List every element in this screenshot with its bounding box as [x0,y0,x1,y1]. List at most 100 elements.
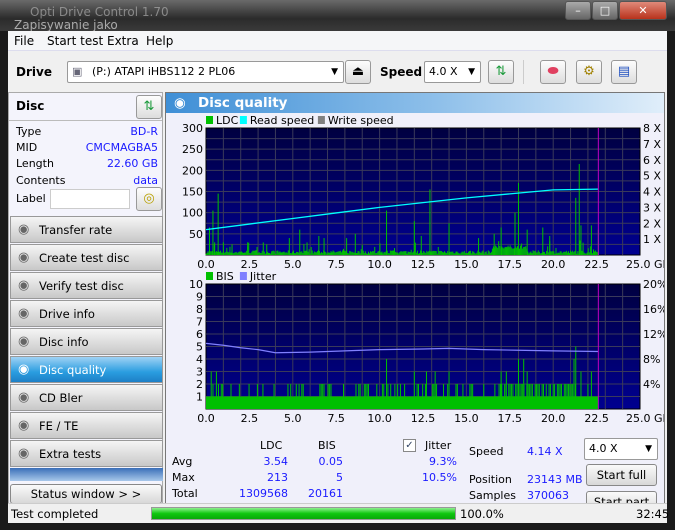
y-tick-label: 100 [182,207,203,220]
settings-button[interactable]: ⚙ [576,60,602,84]
test-speed-select[interactable]: 4.0 X ▼ [584,438,658,460]
refresh-button[interactable]: ⇅ [488,60,514,84]
type-value: BD-R [130,125,158,138]
disc-icon: ◉ [18,250,30,265]
x-tick-label: 17.5 [498,412,523,425]
x-tick-label: 22.5 [584,258,609,271]
y2-tick-label: 5 X [643,170,661,183]
nav-extra-tests[interactable]: ◉ Extra tests [10,440,163,467]
bis-total: 20161 [308,487,343,500]
menu-file[interactable]: File [14,34,34,48]
y2-tick-label: 16% [643,303,664,316]
contents-key: Contents [16,174,66,187]
nav-create-test-disc[interactable]: ◉ Create test disc [10,244,163,271]
nav-verify-test-disc[interactable]: ◉ Verify test disc [10,272,163,299]
x-tick-label: 17.5 [498,258,523,271]
bis-base [206,396,599,409]
jitter-avg: 9.3% [429,455,457,468]
length-key: Length [16,157,54,170]
progress-fill [152,508,455,519]
nav-cd-bler[interactable]: ◉ CD Bler [10,384,163,411]
eject-button[interactable]: ⏏ [345,60,371,84]
legend-label: Read speed [250,114,314,127]
nav-label: Disc info [39,335,89,349]
legend-label: BIS [216,270,234,283]
y2-tick-label: 3 X [643,201,661,214]
disc-refresh-button[interactable]: ⇅ [136,95,162,119]
nav-transfer-rate[interactable]: ◉ Transfer rate [10,216,163,243]
drive-select[interactable]: ▣ (P:) ATAPI iHBS112 2 PL06 ▼ [67,61,344,83]
x-tick-label: 0.0 [197,258,215,271]
jitter-header: Jitter [425,439,452,452]
close-button[interactable]: ✕ [619,1,667,20]
legend-swatch [206,116,213,124]
title-bar: Opti Drive Control 1.70 Zapisywanie jako… [0,0,675,32]
divider [9,120,162,121]
status-window-button[interactable]: Status window > > [10,484,162,504]
nav-disc-info[interactable]: ◉ Disc info [10,328,163,355]
disc-icon: ◉ [18,334,30,349]
menu-bar: File Start test Extra Help [8,31,667,51]
y-tick-label: 5 [196,341,203,354]
samples-value: 370063 [527,489,569,502]
erase-button[interactable]: ⬬ [540,60,566,84]
x-tick-label: 22.5 [584,412,609,425]
jitter-checkbox[interactable]: ✓ [403,439,416,452]
x-tick-label: 2.5 [241,412,259,425]
window-title: Opti Drive Control 1.70 [30,5,169,19]
y2-tick-label: 8 X [643,122,661,135]
nav-disc-quality[interactable]: ◉ Disc quality [10,356,163,383]
label-disc-button[interactable]: ◎ [136,187,162,211]
disc-icon: ◉ [18,446,30,461]
charts: 0.0 2.5 5.0 7.5 10.0 12.5 15.0 17.5 20.0 22.5 25.0… [182,114,664,425]
disc-icon: ◉ [18,362,30,377]
toolbar: Drive ▣ (P:) ATAPI iHBS112 2 PL06 ▼ ⏏ Spe… [8,52,667,92]
chevron-down-icon: ▼ [331,67,338,77]
save-button[interactable]: ▤ [611,60,637,84]
maximize-button[interactable]: □ [592,1,618,20]
status-text: Test completed [11,507,99,521]
nav-label: Create test disc [39,251,130,265]
toolbar-divider [523,60,524,84]
y2-tick-label: 4 X [643,186,661,199]
nav-label: Disc quality [39,363,107,377]
menu-start-test[interactable]: Start test [47,34,103,48]
x-tick-label: 12.5 [411,258,436,271]
position-label: Position [469,473,512,486]
y-tick-label: 200 [182,164,203,177]
stat-row-label: Avg [172,455,193,468]
elapsed-time: 32:45 [636,507,670,521]
drive-label: Drive [16,65,52,79]
y-tick-label: 150 [182,186,203,199]
nav-label: CD Bler [39,391,83,405]
menu-help[interactable]: Help [146,34,173,48]
disc-quality-icon: ◉ [174,95,186,111]
y2-tick-label: 12% [643,328,664,341]
disc-header: Disc [16,99,45,113]
jitter-max: 10.5% [422,471,457,484]
y-tick-label: 7 [196,316,203,329]
legend-swatch [239,116,247,124]
stat-row-label: Total [172,487,198,500]
refresh-icon: ⇅ [143,99,155,114]
y2-tick-label: 20% [643,278,664,291]
bis-max: 5 [336,471,343,484]
menu-extra[interactable]: Extra [107,34,139,48]
app-window: File Start test Extra Help Drive ▣ (P:) … [8,31,670,523]
y-tick-label: 250 [182,143,203,156]
disc-quality-panel: ◉ Disc quality 0.0 2.5 5.0 7.5 10.0 12.5 15.0 1… [165,92,665,513]
position-value: 23143 MB [527,473,583,486]
y-tick-label: 8 [196,303,203,316]
start-full-button[interactable]: Start full [586,464,657,486]
x-tick-label: 7.5 [327,258,345,271]
progress-bar [151,507,456,520]
y-tick-label: 10 [189,278,203,291]
y2-tick-label: 2 X [643,217,661,230]
speed-select[interactable]: 4.0 X ▼ [424,61,481,83]
nav-drive-info[interactable]: ◉ Drive info [10,300,163,327]
nav-spacer [10,468,163,481]
minimize-button[interactable]: – [565,1,591,20]
disc-icon: ◉ [18,306,30,321]
label-input[interactable] [50,189,130,209]
nav-fe-te[interactable]: ◉ FE / TE [10,412,163,439]
